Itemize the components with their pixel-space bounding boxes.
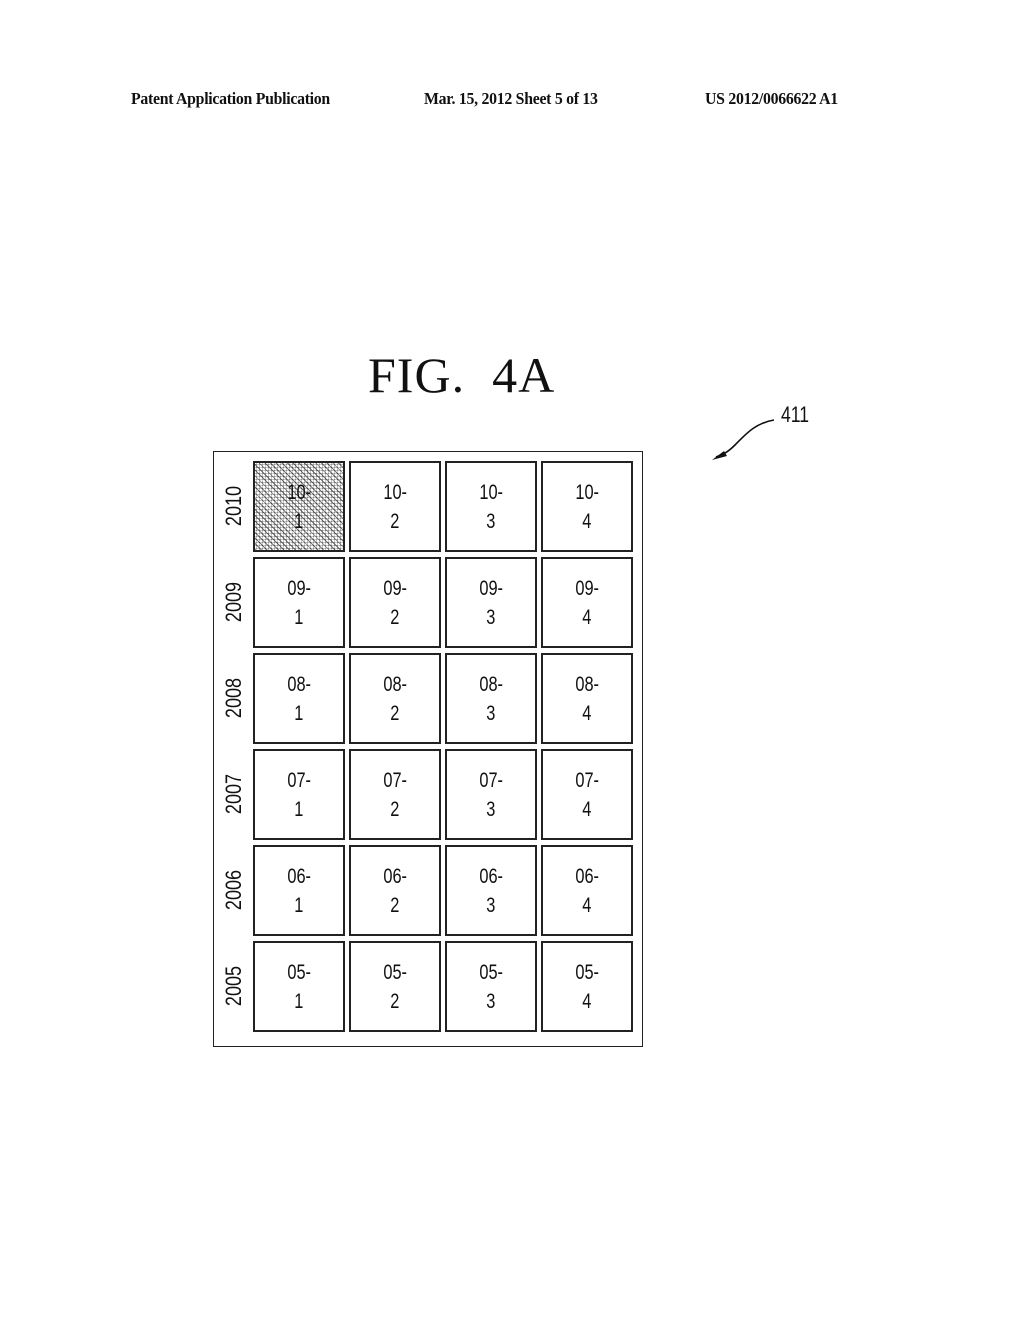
- year-label: 2005: [221, 965, 246, 1007]
- year-label: 2006: [221, 869, 246, 911]
- grid-cell[interactable]: 05- 2: [349, 941, 441, 1032]
- cell-label-top: 05-: [287, 960, 311, 984]
- grid-cell[interactable]: 10- 4: [541, 461, 633, 552]
- grid-cell[interactable]: 08- 2: [349, 653, 441, 744]
- grid-cell[interactable]: 06- 2: [349, 845, 441, 936]
- cell-label-bottom: 1: [294, 989, 304, 1013]
- figure-title: FIG. 4A: [368, 347, 556, 403]
- grid-cell[interactable]: 07- 3: [445, 749, 537, 840]
- grid-cell[interactable]: 09- 4: [541, 557, 633, 648]
- cell-label-bottom: 4: [582, 701, 592, 725]
- arrowhead: [712, 451, 727, 460]
- cell-label-top: 06-: [383, 864, 407, 888]
- cell-label-bottom: 3: [486, 893, 496, 917]
- cell-label-bottom: 3: [486, 701, 496, 725]
- grid-cell[interactable]: 08- 3: [445, 653, 537, 744]
- grid-cell[interactable]: 09- 1: [253, 557, 345, 648]
- cell-label-top: 07-: [383, 768, 407, 792]
- cell-label-bottom: 3: [486, 797, 496, 821]
- publication-type: Patent Application Publication: [131, 89, 330, 108]
- grid-cell[interactable]: 09- 2: [349, 557, 441, 648]
- cell-label-bottom: 3: [486, 605, 496, 629]
- cell-label-bottom: 3: [486, 509, 496, 533]
- cell-label-bottom: 1: [294, 605, 304, 629]
- grid-cell[interactable]: 10- 3: [445, 461, 537, 552]
- cell-label-bottom: 3: [486, 989, 496, 1013]
- grid-cell-selected[interactable]: 10- 1: [253, 461, 345, 552]
- leader-line: [715, 419, 775, 458]
- cell-label-top: 06-: [575, 864, 599, 888]
- cell-label-top: 06-: [479, 864, 503, 888]
- cell-label-top: 08-: [287, 672, 311, 696]
- grid-cell[interactable]: 06- 1: [253, 845, 345, 936]
- cell-label-top: 10-: [383, 480, 407, 504]
- cell-label-top: 06-: [287, 864, 311, 888]
- cell-label-top: 08-: [383, 672, 407, 696]
- cell-label-bottom: 1: [294, 797, 304, 821]
- cell-label-bottom: 1: [294, 701, 304, 725]
- leader-arrow-icon: [712, 419, 775, 460]
- cell-label-bottom: 2: [390, 701, 400, 725]
- grid-cell[interactable]: 08- 1: [253, 653, 345, 744]
- year-label: 2008: [221, 677, 246, 719]
- grid-cell[interactable]: 06- 4: [541, 845, 633, 936]
- cell-label-top: 07-: [479, 768, 503, 792]
- cell-label-bottom: 4: [582, 893, 592, 917]
- cell-label-top: 09-: [479, 576, 503, 600]
- grid-cell[interactable]: 10- 2: [349, 461, 441, 552]
- publication-number: US 2012/0066622 A1: [705, 89, 838, 108]
- cell-label-bottom: 2: [390, 605, 400, 629]
- cell-label-top: 09-: [575, 576, 599, 600]
- grid-cell[interactable]: 08- 4: [541, 653, 633, 744]
- cell-label-top: 07-: [575, 768, 599, 792]
- cell-label-top: 05-: [575, 960, 599, 984]
- cell-label-top: 07-: [287, 768, 311, 792]
- year-label: 2007: [221, 773, 246, 815]
- grid-cell[interactable]: 06- 3: [445, 845, 537, 936]
- cell-label-top: 05-: [479, 960, 503, 984]
- grid-cell[interactable]: 05- 1: [253, 941, 345, 1032]
- grid-cell[interactable]: 07- 4: [541, 749, 633, 840]
- publication-date-sheet: Mar. 15, 2012 Sheet 5 of 13: [424, 89, 598, 108]
- cell-label-bottom: 4: [582, 605, 592, 629]
- cell-label-bottom: 1: [294, 509, 304, 533]
- cell-label-top: 09-: [383, 576, 407, 600]
- cell-label-bottom: 2: [390, 797, 400, 821]
- year-label: 2010: [221, 485, 246, 527]
- cell-label-top: 05-: [383, 960, 407, 984]
- cell-label-top: 08-: [575, 672, 599, 696]
- grid-cell[interactable]: 09- 3: [445, 557, 537, 648]
- cell-label-bottom: 4: [582, 509, 592, 533]
- cell-label-bottom: 2: [390, 989, 400, 1013]
- cell-label-top: 10-: [287, 480, 311, 504]
- cell-label-bottom: 1: [294, 893, 304, 917]
- cell-label-top: 10-: [575, 480, 599, 504]
- year-label: 2009: [221, 581, 246, 623]
- grid-cell[interactable]: 05- 4: [541, 941, 633, 1032]
- cell-label-bottom: 2: [390, 509, 400, 533]
- cell-label-top: 08-: [479, 672, 503, 696]
- cell-label-bottom: 4: [582, 989, 592, 1013]
- cell-label-bottom: 4: [582, 797, 592, 821]
- cell-label-bottom: 2: [390, 893, 400, 917]
- cell-label-top: 10-: [479, 480, 503, 504]
- grid-cell[interactable]: 05- 3: [445, 941, 537, 1032]
- grid-cell[interactable]: 07- 2: [349, 749, 441, 840]
- grid-cell[interactable]: 07- 1: [253, 749, 345, 840]
- cell-label-top: 09-: [287, 576, 311, 600]
